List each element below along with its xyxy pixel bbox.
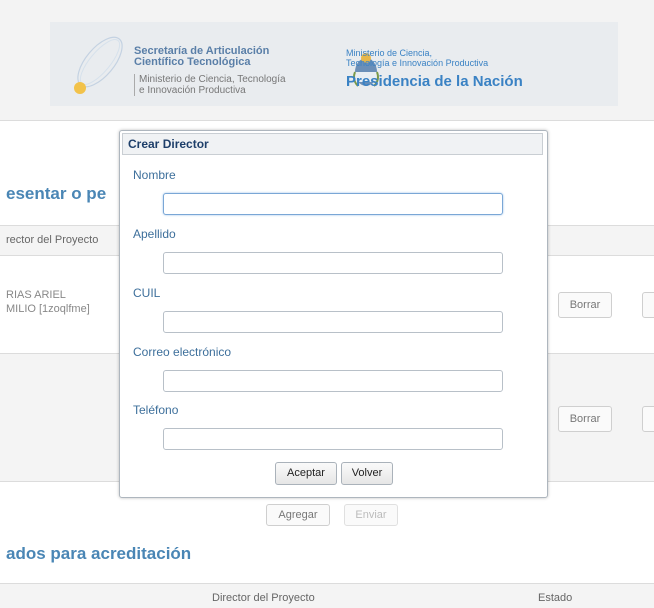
page-header: Secretaría de Articulación Científico Te… (0, 0, 654, 120)
ministry-title: Ministerio de Ciencia, Tecnología e Inno… (346, 48, 556, 68)
back-button[interactable]: Volver (341, 462, 393, 485)
column2-header-estado: Estado (538, 592, 573, 604)
sact-sub-line2: e Innovación Productiva (139, 85, 246, 96)
section-title-present: esentar o pe (6, 184, 107, 203)
dialog-title: Crear Director (122, 133, 543, 155)
row1-line2: MILIO [1zoqlfme] (6, 303, 90, 315)
delete-button-row2[interactable]: Borrar (558, 406, 612, 432)
column2-header-director: Director del Proyecto (212, 592, 315, 604)
sact-title-line2: Científico Tecnológica (134, 56, 251, 68)
cuil-input[interactable] (163, 311, 503, 333)
divider (0, 583, 654, 584)
label-telefono: Teléfono (133, 403, 179, 417)
send-button[interactable]: Enviar (344, 504, 398, 526)
add-button[interactable]: Agregar (266, 504, 330, 526)
label-correo: Correo electrónico (133, 345, 232, 359)
accept-button[interactable]: Aceptar (275, 462, 337, 485)
table-cell-director-1: RIAS ARIEL MILIO [1zoqlfme] (6, 288, 90, 316)
sact-sub-line1: Ministerio de Ciencia, Tecnología (139, 74, 286, 85)
delete-button-row1[interactable]: Borrar (558, 292, 612, 318)
create-director-dialog: Crear Director Nombre Apellido CUIL Corr… (119, 130, 548, 498)
sact-logo-icon (74, 36, 123, 94)
email-input[interactable] (163, 370, 503, 392)
apellido-input[interactable] (163, 252, 503, 274)
section-title-accreditation: ados para acreditación (6, 544, 192, 563)
ministry-line1: Ministerio de Ciencia, (346, 48, 433, 58)
telefono-input[interactable] (163, 428, 503, 450)
presidencia-label: Presidencia de la Nación (346, 73, 523, 90)
column-header-director: rector del Proyecto (6, 234, 99, 246)
sact-title: Secretaría de Articulación Científico Te… (134, 46, 334, 68)
nombre-input[interactable] (163, 193, 503, 215)
sact-subtitle: Ministerio de Ciencia, Tecnología e Inno… (134, 74, 339, 96)
row1-line1: RIAS ARIEL (6, 289, 66, 301)
divider (0, 120, 654, 121)
label-nombre: Nombre (133, 168, 176, 182)
row1-extra-button[interactable] (642, 292, 654, 318)
label-apellido: Apellido (133, 227, 176, 241)
label-cuil: CUIL (133, 286, 161, 300)
ministry-line2: Tecnología e Innovación Productiva (346, 58, 489, 68)
row2-extra-button[interactable] (642, 406, 654, 432)
